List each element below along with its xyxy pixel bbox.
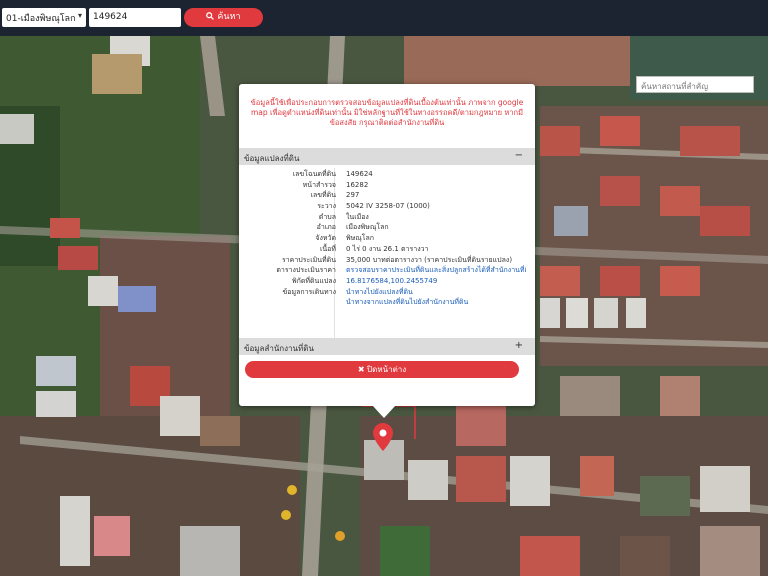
parcel-info-table: เลขโฉนดที่ดิน 149624 หน้าสำรวจ 16282 เลขที่ด… [248,169,526,308]
top-toolbar: 01-เมืองพิษณุโลก ▾ 149624 ค้นหา [0,0,768,36]
info-row-label: ข้อมูลการเดินทาง [282,287,336,296]
info-row-label: เลขที่ดิน [310,191,336,200]
info-row-value: 0 ไร่ 0 งาน 26.1 ตารางวา [346,244,429,253]
info-row-label [248,297,346,308]
info-row: นำทางจากแปลงที่ดินไปยังสำนักงานที่ดิน [248,297,526,308]
info-row-value[interactable]: นำทางจากแปลงที่ดินไปยังสำนักงานที่ดิน [346,297,526,308]
search-button-label: ค้นหา [217,12,241,22]
info-row-value[interactable]: นำทางไปยังแปลงที่ดิน [346,287,526,298]
section-header-office-label: ข้อมูลสำนักงานที่ดิน [244,344,314,353]
info-row-value: ในเมือง [346,212,369,221]
district-select-value: 01-เมืองพิษณุโลก [6,14,76,24]
info-row: พิกัดที่ดินแปลง 16.8176584,100.2455749 [248,276,526,287]
collapse-icon[interactable]: − [515,150,523,161]
info-row-label: ราคาประเมินที่ดิน [281,255,336,264]
info-row-value: 149624 [346,170,373,178]
chevron-down-icon: ▾ [77,11,82,20]
info-row: ข้อมูลการเดินทาง นำทางไปยังแปลงที่ดิน [248,287,526,298]
info-row: ราคาประเมินที่ดิน 35,000 บาทต่อตารางวา (ร… [248,255,526,266]
popup-pointer [372,405,396,418]
info-row-value: 35,000 บาทต่อตารางวา (ราคาประเมินที่ดินร… [346,255,513,264]
info-row-value: พิษณุโลก [346,234,375,243]
info-row-label: เลขโฉนดที่ดิน [292,170,336,178]
parcel-number-input[interactable]: 149624 [89,8,181,27]
info-row-label: ตารางประเมินราคา [276,266,336,275]
info-row-value[interactable]: 16.8176584,100.2455749 [346,276,526,287]
info-row: อำเภอ เมืองพิษณุโลก [248,222,526,233]
info-row: เลขที่ดิน 297 [248,190,526,201]
info-row-value: เมืองพิษณุโลก [346,223,389,232]
info-row: ตำบล ในเมือง [248,212,526,223]
info-row-label: ตำบล [318,212,336,221]
info-row: จังหวัด พิษณุโลก [248,233,526,244]
info-row-label: อำเภอ [316,223,336,232]
map-pin-icon[interactable] [373,423,393,451]
district-select[interactable]: 01-เมืองพิษณุโลก ▾ [2,8,86,27]
info-row-label: เนื้อที่ [320,244,336,253]
info-row-value: 297 [346,191,360,200]
section-header-office[interactable]: ข้อมูลสำนักงานที่ดิน + [239,338,535,355]
parcel-number-value: 149624 [93,12,128,22]
parcel-info-popup: ข้อมูลนี้ใช้เพื่อประกอบการตรวจสอบข้อมูลแ… [239,84,535,406]
info-row: เนื้อที่ 0 ไร่ 0 งาน 26.1 ตารางวา [248,244,526,255]
disclaimer-notice: ข้อมูลนี้ใช้เพื่อประกอบการตรวจสอบข้อมูลแ… [250,98,524,127]
search-icon [206,12,215,20]
expand-icon[interactable]: + [515,340,523,351]
info-row-value: 16282 [346,180,369,189]
info-row-label: จังหวัด [315,234,336,243]
info-row-label: หน้าสำรวจ [302,180,336,189]
close-popup-button[interactable]: ✖ ปิดหน้าต่าง [245,361,519,378]
info-row-value: 5042 IV 3258-07 (1000) [346,202,430,211]
info-row: เลขโฉนดที่ดิน 149624 [248,169,526,180]
info-row-label: ระวาง [317,202,336,211]
info-row: ตารางประเมินราคา ตรวจสอบราคาประเมินที่ดิน… [248,265,526,276]
info-row: ระวาง 5042 IV 3258-07 (1000) [248,201,526,212]
info-row-value[interactable]: ตรวจสอบราคาประเมินที่ดินและสิ่งปลูกสร้าง… [346,265,526,276]
info-row-label: พิกัดที่ดินแปลง [291,276,336,285]
search-button[interactable]: ค้นหา [184,8,263,27]
info-row: หน้าสำรวจ 16282 [248,180,526,191]
section-header-land-label: ข้อมูลแปลงที่ดิน [244,154,300,163]
place-search-input[interactable]: ค้นหาสถานที่สำคัญ [636,76,754,93]
section-header-land[interactable]: ข้อมูลแปลงที่ดิน − [239,148,535,165]
place-search-placeholder: ค้นหาสถานที่สำคัญ [641,82,709,91]
